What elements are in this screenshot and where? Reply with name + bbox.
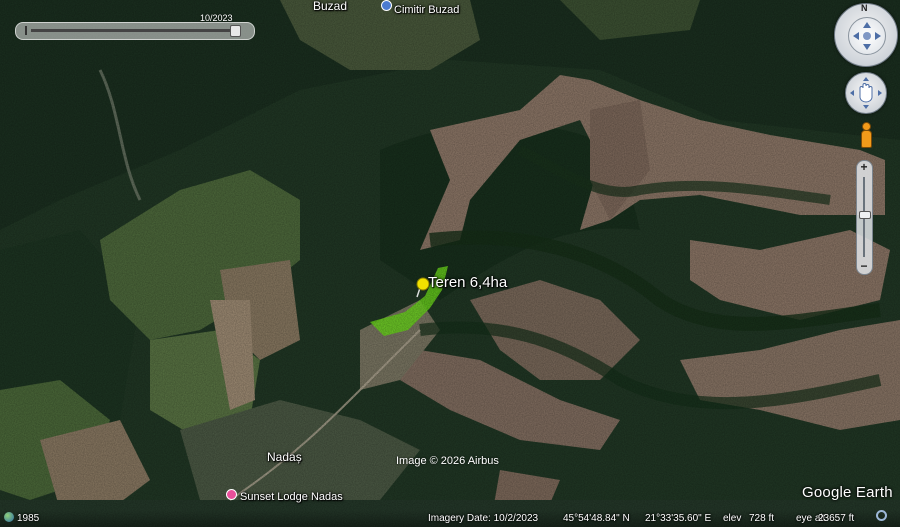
imagery-copyright: Image © 2026 Airbus <box>396 455 499 467</box>
place-label-buzad[interactable]: Buzad <box>313 0 347 13</box>
historical-year: 1985 <box>17 513 40 524</box>
street-view-pegman-icon[interactable] <box>859 122 872 148</box>
globe-icon <box>4 512 14 522</box>
elevation-value: 728 ft <box>749 513 775 524</box>
satellite-imagery <box>0 0 900 527</box>
zoom-slider[interactable]: + − <box>856 160 873 275</box>
imagery-date: Imagery Date: 10/2/2023 <box>428 513 539 524</box>
compass-icon[interactable]: N <box>834 3 898 67</box>
look-arrows-icon <box>853 22 881 50</box>
satellite-map-view[interactable]: Teren 6,4ha Buzad Cimitir Buzad Nadaș Su… <box>0 0 900 527</box>
place-label-nadas[interactable]: Nadaș <box>267 450 302 464</box>
lodging-poi-icon[interactable] <box>226 489 237 500</box>
streaming-indicator-icon <box>876 510 887 521</box>
place-label-lodge[interactable]: Sunset Lodge Nadas <box>240 491 343 503</box>
slider-start-cap <box>25 26 27 35</box>
longitude-readout: 21°33'35.60" E <box>645 513 712 524</box>
elevation-label: elev <box>723 513 742 524</box>
placemark-label[interactable]: Teren 6,4ha <box>428 274 507 291</box>
slider-track[interactable] <box>31 29 236 32</box>
latitude-readout: 45°54'48.84" N <box>563 513 630 524</box>
slider-handle[interactable] <box>230 25 241 37</box>
cemetery-poi-icon[interactable] <box>381 0 392 11</box>
google-earth-logo: Google Earth <box>802 484 893 501</box>
pan-arrows-icon <box>850 77 882 109</box>
zoom-thumb[interactable] <box>859 211 871 219</box>
slider-date-label: 10/2023 <box>200 13 233 23</box>
pegman-body <box>861 130 872 148</box>
eye-alt-value: 23657 ft <box>818 513 855 524</box>
compass-north-label: N <box>861 3 868 13</box>
historical-imagery-slider[interactable] <box>15 22 255 40</box>
compass-look-ring[interactable] <box>848 17 886 55</box>
hand-pan-icon[interactable] <box>845 72 887 114</box>
place-label-cimitir[interactable]: Cimitir Buzad <box>394 4 459 16</box>
zoom-out-button[interactable]: − <box>858 260 870 273</box>
zoom-in-button[interactable]: + <box>858 161 870 174</box>
